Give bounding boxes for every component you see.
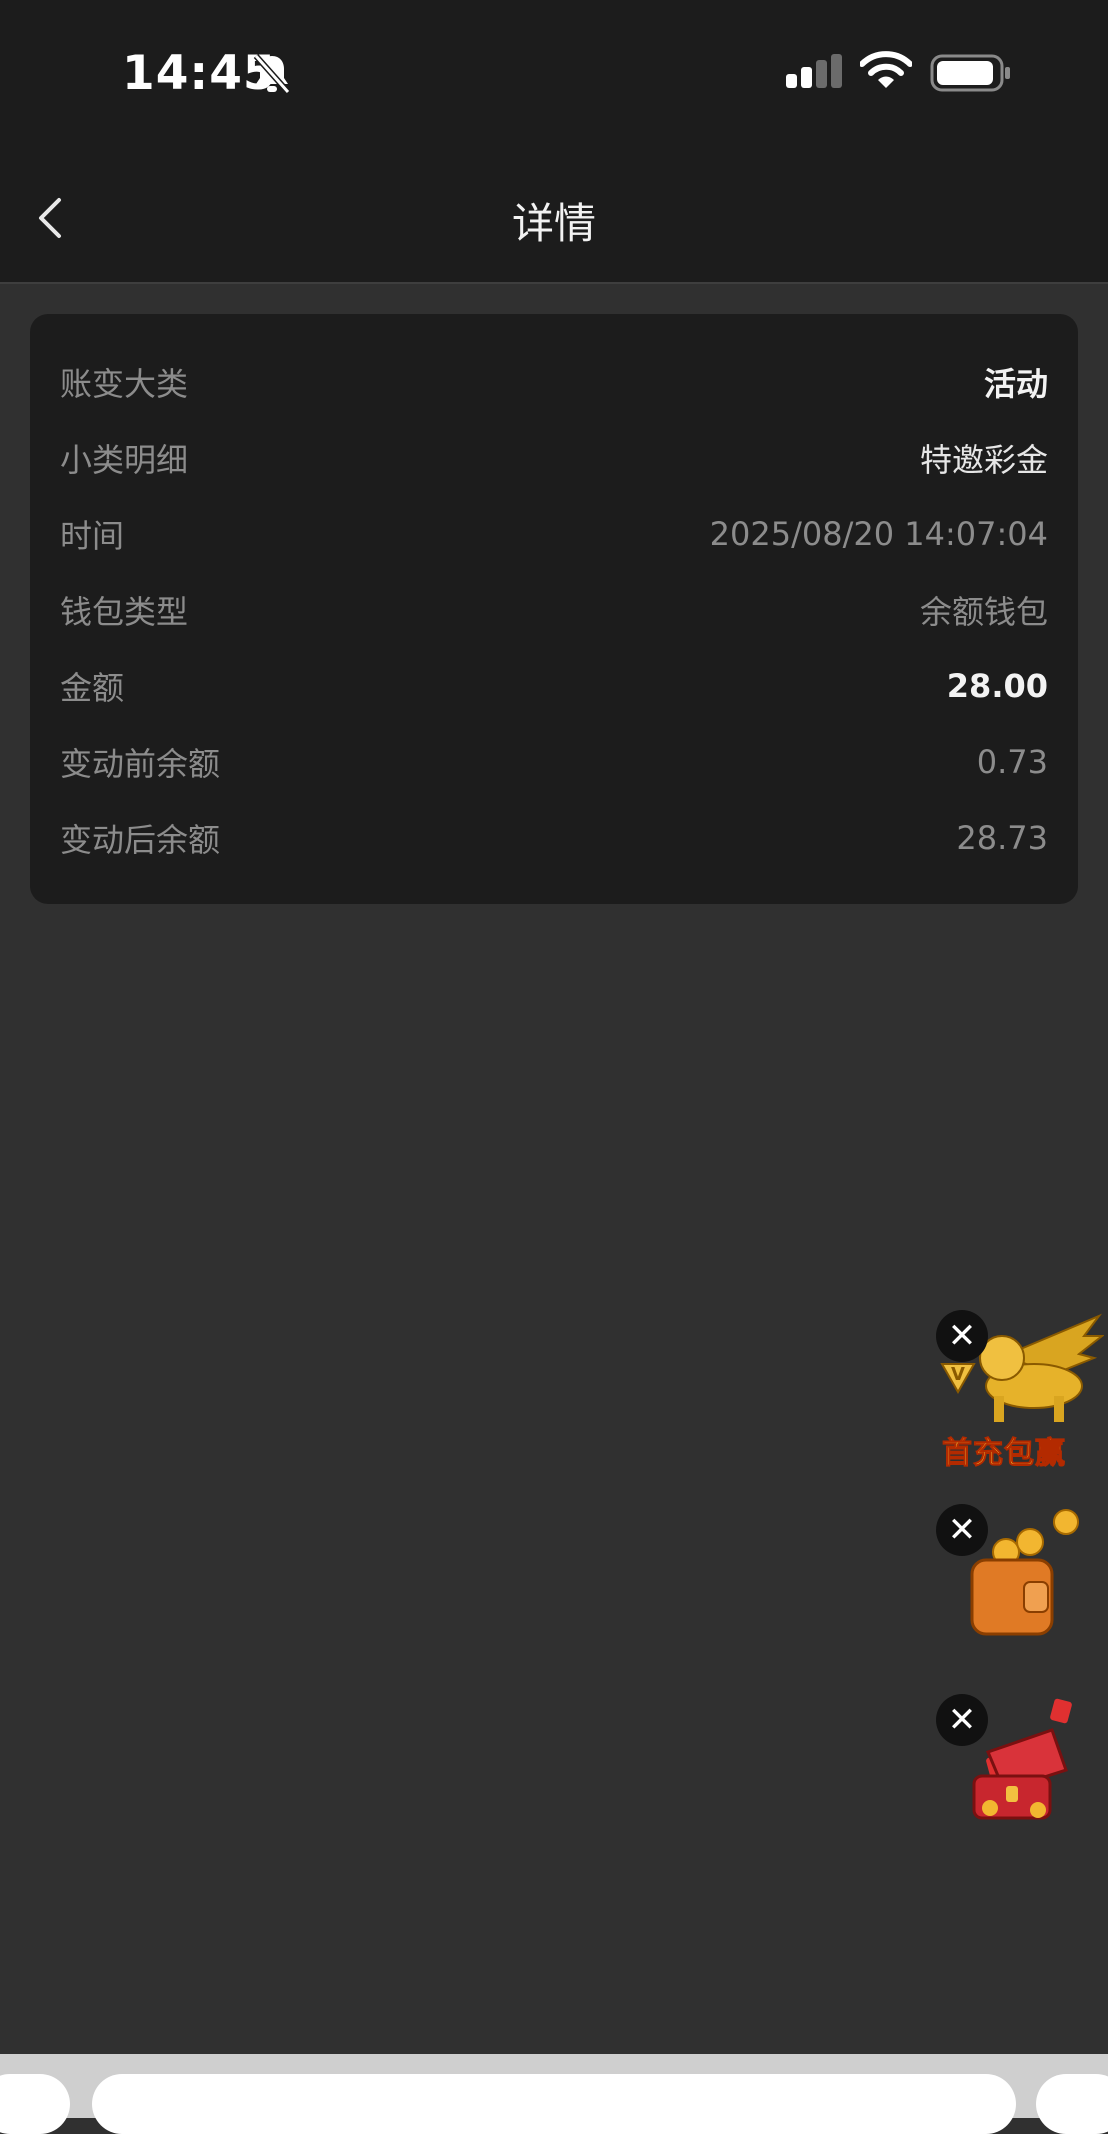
detail-label: 变动前余额 [60, 745, 221, 783]
svg-text:V: V [951, 1364, 965, 1385]
detail-row-balance-before: 变动前余额 0.73 [30, 724, 1078, 800]
close-icon[interactable]: ✕ [936, 1504, 988, 1556]
next-tab-preview[interactable] [1036, 2074, 1108, 2134]
detail-row-wallet-type: 钱包类型 余额钱包 [30, 572, 1078, 648]
detail-row-time: 时间 2025/08/20 14:07:04 [30, 496, 1078, 572]
wallet-promo-button[interactable]: ✕ [934, 1500, 1084, 1650]
detail-row-balance-after: 变动后余额 28.73 [30, 800, 1078, 876]
battery-icon [930, 54, 1010, 92]
detail-value: 0.73 [976, 743, 1048, 781]
detail-label: 钱包类型 [60, 593, 189, 631]
close-icon[interactable]: ✕ [936, 1310, 988, 1362]
detail-value: 28.00 [946, 667, 1048, 705]
page-title: 详情 [511, 199, 596, 248]
navigation-bar: 详情 [0, 150, 1108, 284]
detail-value: 2025/08/20 14:07:04 [709, 515, 1048, 553]
detail-row-category: 账变大类 活动 [30, 344, 1078, 420]
status-bar: 14:45 [0, 0, 1108, 150]
detail-value: 余额钱包 [919, 593, 1048, 631]
first-deposit-promo-button[interactable]: V 首充包赢 ✕ [934, 1306, 1104, 1472]
detail-label: 时间 [60, 517, 125, 555]
detail-label: 小类明细 [60, 441, 189, 479]
detail-label: 账变大类 [60, 365, 189, 403]
detail-label: 变动后余额 [60, 821, 221, 859]
detail-row-amount: 金额 28.00 [30, 648, 1078, 724]
address-bar[interactable] [92, 2074, 1016, 2134]
transaction-detail-card: 账变大类 活动 小类明细 特邀彩金 时间 2025/08/20 14:07:04… [30, 314, 1078, 904]
detail-value: 28.73 [956, 819, 1048, 857]
promo-label: 首充包赢 [942, 1436, 1066, 1472]
wifi-icon [860, 51, 912, 88]
detail-row-subcategory: 小类明细 特邀彩金 [30, 420, 1078, 496]
bell-muted-icon [253, 54, 291, 94]
detail-value: 活动 [983, 365, 1048, 403]
detail-value: 特邀彩金 [919, 441, 1048, 479]
detail-label: 金额 [60, 669, 125, 707]
previous-tab-preview[interactable] [0, 2074, 70, 2134]
close-icon[interactable]: ✕ [936, 1694, 988, 1746]
treasure-promo-button[interactable]: ✕ [934, 1690, 1084, 1830]
cellular-signal-icon [786, 54, 842, 88]
